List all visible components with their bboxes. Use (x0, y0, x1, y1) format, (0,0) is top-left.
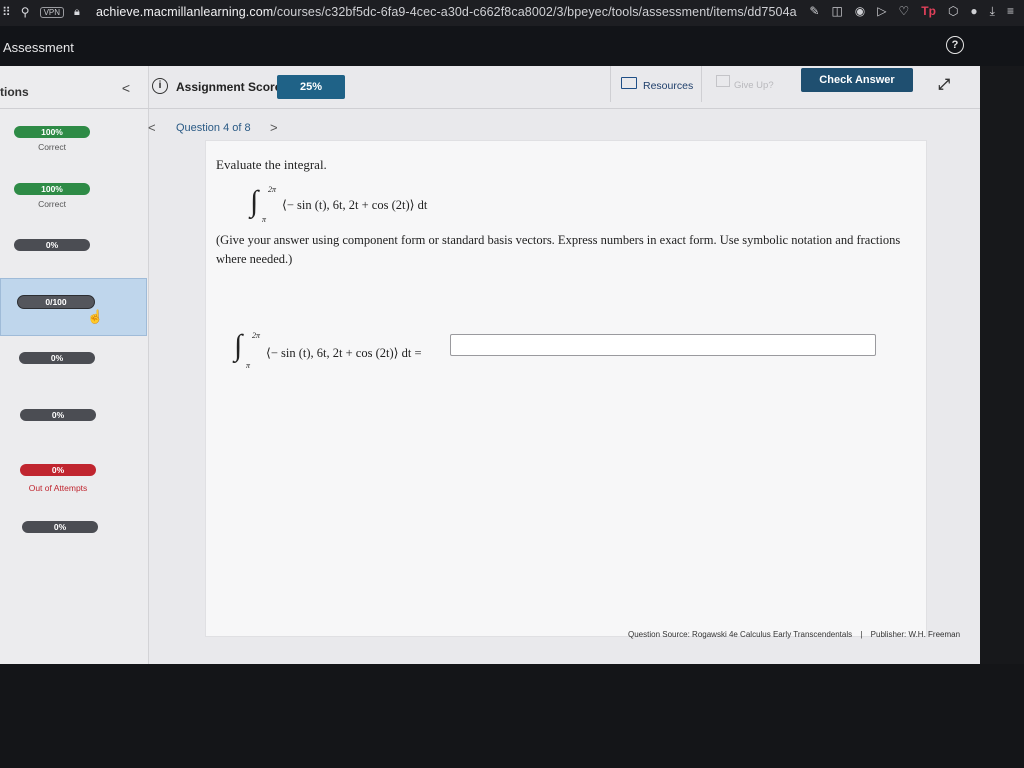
integrand: ⟨− sin (t), 6t, 2t + cos (2t)⟩ dt (282, 198, 428, 212)
answer-lhs: ⟨− sin (t), 6t, 2t + cos (2t)⟩ dt = (266, 346, 422, 360)
sidebar-question-5[interactable]: 0% (0, 350, 145, 406)
camera-icon[interactable]: ◫ (831, 4, 842, 19)
page-title: Assessment (3, 40, 74, 55)
right-margin (980, 66, 1024, 664)
upper-limit: 2π (252, 331, 261, 340)
resources-button[interactable]: Resources (610, 66, 702, 102)
question-status: Correct (38, 199, 66, 209)
question-panel: Evaluate the integral. ∫ 2π π ⟨− sin (t)… (205, 140, 927, 637)
lower-limit: π (262, 215, 267, 224)
question-prompt: Evaluate the integral. (216, 157, 327, 172)
assignment-toolbar: i Assignment Score: 25% Resources Give U… (148, 66, 980, 109)
profile-icon[interactable]: ● (970, 4, 977, 19)
pointer-cursor-icon: ☝ (87, 309, 104, 324)
sidebar-question-1[interactable]: 100% Correct (0, 122, 145, 178)
vpn-badge[interactable]: VPN (39, 6, 65, 18)
lock-icon[interactable]: 🔒︎ (74, 6, 80, 19)
collapse-sidebar-icon[interactable]: < (122, 80, 130, 96)
integral-sign: ∫ (234, 329, 243, 362)
heart-icon[interactable]: ♡ (899, 4, 910, 19)
score-pill: 100% (14, 126, 90, 138)
tp-extension-icon[interactable]: Tp (921, 4, 936, 19)
question-status: Correct (38, 142, 66, 152)
check-answer-button[interactable]: Check Answer (801, 68, 913, 92)
address-bar[interactable]: achieve.macmillanlearning.com/courses/c3… (96, 5, 797, 19)
footer-separator: | (860, 630, 863, 639)
integral-expression: ∫ 2π π ⟨− sin (t), 6t, 2t + cos (2t)⟩ dt (250, 185, 550, 225)
question-sidebar: tions < 100% Correct 100% Correct 0% 0/1… (0, 66, 149, 664)
sidebar-question-7[interactable]: 0% Out of Attempts (0, 462, 145, 518)
fullscreen-icon[interactable]: ⤢ (938, 76, 950, 93)
flag-icon (716, 75, 730, 87)
question-navigation: < Question 4 of 8 > (148, 118, 448, 138)
play-icon[interactable]: ▷ (877, 4, 886, 19)
shield-icon[interactable]: ◉ (855, 4, 865, 19)
give-up-button[interactable]: Give Up? (706, 66, 786, 102)
publisher: Publisher: W.H. Freeman (870, 630, 961, 639)
upper-limit: 2π (268, 185, 277, 194)
app-header: Assessment ? (0, 26, 1024, 66)
score-pill: 100% (14, 183, 90, 195)
integral-sign: ∫ (250, 185, 259, 218)
score-pill: 0% (20, 464, 96, 476)
resources-label: Resources (643, 80, 694, 92)
browser-toolbar: ⠿ ⚲ VPN 🔒︎ achieve.macmillanlearning.com… (0, 0, 1024, 26)
next-question-button[interactable]: > (270, 120, 278, 135)
sidebar-question-8[interactable]: 0% (0, 520, 145, 576)
answer-row: ∫ 2π π ⟨− sin (t), 6t, 2t + cos (2t)⟩ dt… (234, 329, 914, 379)
lower-limit: π (246, 361, 251, 370)
browser-right-icons: ✎ ◫ ◉ ▷ ♡ Tp ⬡ ● ⤓ ≡ (809, 4, 1014, 19)
question-counter[interactable]: Question 4 of 8 (176, 122, 251, 134)
sidebar-question-4[interactable]: 0/100 ☝ (0, 278, 147, 336)
url-host: achieve.macmillanlearning.com (96, 5, 274, 19)
folder-icon (621, 77, 637, 89)
url-path: /courses/c32bf5dc-6fa9-4cec-a30d-c662f8c… (273, 5, 797, 19)
sidebar-question-2[interactable]: 100% Correct (0, 179, 145, 235)
answer-instructions: (Give your answer using component form o… (216, 233, 901, 267)
menu-icon[interactable]: ≡ (1007, 4, 1014, 19)
info-icon[interactable]: i (152, 78, 168, 94)
sidebar-question-6[interactable]: 0% (0, 407, 145, 463)
score-pill: 0% (20, 409, 96, 421)
score-pill: 0/100 (17, 295, 95, 309)
edit-icon[interactable]: ✎ (809, 4, 819, 19)
download-icon[interactable]: ⤓ (990, 4, 995, 19)
browser-left-icons: ⠿ ⚲ VPN 🔒︎ (2, 5, 80, 19)
assignment-score-value: 25% (277, 75, 345, 99)
question-source: Question Source: Rogawski 4e Calculus Ea… (628, 630, 853, 639)
give-up-label: Give Up? (734, 80, 774, 91)
grid-icon[interactable]: ⠿ (2, 5, 11, 19)
sidebar-title: tions (0, 85, 29, 99)
bezel-bottom (0, 664, 1024, 768)
answer-input[interactable] (450, 334, 876, 356)
app-surface: tions < 100% Correct 100% Correct 0% 0/1… (0, 66, 980, 664)
score-pill: 0% (19, 352, 95, 364)
previous-question-button[interactable]: < (148, 120, 156, 135)
help-icon[interactable]: ? (946, 36, 964, 54)
question-source-footer: Question Source: Rogawski 4e Calculus Ea… (628, 630, 960, 639)
question-status: Out of Attempts (28, 483, 88, 493)
assignment-score-label: Assignment Score: (176, 80, 286, 94)
cube-icon[interactable]: ⬡ (948, 4, 958, 19)
score-pill: 0% (22, 521, 98, 533)
search-icon[interactable]: ⚲ (21, 5, 30, 19)
sidebar-header: tions < (0, 66, 148, 109)
score-pill: 0% (14, 239, 90, 251)
